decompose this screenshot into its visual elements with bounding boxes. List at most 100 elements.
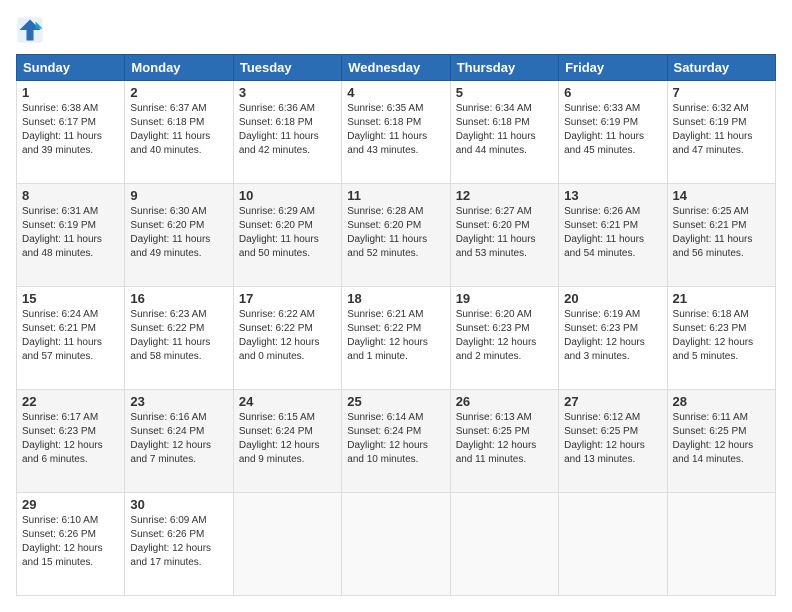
day-info: Sunrise: 6:14 AM Sunset: 6:24 PM Dayligh… bbox=[347, 411, 444, 467]
sunset-label: Sunset: 6:22 PM bbox=[347, 323, 421, 334]
day-info: Sunrise: 6:30 AM Sunset: 6:20 PM Dayligh… bbox=[130, 205, 227, 261]
sunset-label: Sunset: 6:21 PM bbox=[673, 220, 747, 231]
daylight-label: Daylight: 11 hours and 53 minutes. bbox=[456, 234, 536, 259]
day-info: Sunrise: 6:25 AM Sunset: 6:21 PM Dayligh… bbox=[673, 205, 770, 261]
day-number: 22 bbox=[22, 394, 119, 409]
calendar-cell: 5 Sunrise: 6:34 AM Sunset: 6:18 PM Dayli… bbox=[450, 81, 558, 184]
daylight-label: Daylight: 11 hours and 54 minutes. bbox=[564, 234, 644, 259]
logo bbox=[16, 16, 48, 44]
sunset-label: Sunset: 6:22 PM bbox=[239, 323, 313, 334]
calendar-cell: 1 Sunrise: 6:38 AM Sunset: 6:17 PM Dayli… bbox=[17, 81, 125, 184]
daylight-label: Daylight: 12 hours and 6 minutes. bbox=[22, 440, 103, 465]
sunrise-label: Sunrise: 6:25 AM bbox=[673, 206, 749, 217]
sunrise-label: Sunrise: 6:37 AM bbox=[130, 103, 206, 114]
sunrise-label: Sunrise: 6:17 AM bbox=[22, 412, 98, 423]
calendar-cell: 7 Sunrise: 6:32 AM Sunset: 6:19 PM Dayli… bbox=[667, 81, 775, 184]
daylight-label: Daylight: 12 hours and 3 minutes. bbox=[564, 337, 645, 362]
day-info: Sunrise: 6:15 AM Sunset: 6:24 PM Dayligh… bbox=[239, 411, 336, 467]
sunset-label: Sunset: 6:25 PM bbox=[564, 426, 638, 437]
daylight-label: Daylight: 12 hours and 14 minutes. bbox=[673, 440, 754, 465]
sunrise-label: Sunrise: 6:32 AM bbox=[673, 103, 749, 114]
day-number: 1 bbox=[22, 85, 119, 100]
sunrise-label: Sunrise: 6:20 AM bbox=[456, 309, 532, 320]
day-number: 10 bbox=[239, 188, 336, 203]
calendar-cell: 19 Sunrise: 6:20 AM Sunset: 6:23 PM Dayl… bbox=[450, 287, 558, 390]
daylight-label: Daylight: 12 hours and 10 minutes. bbox=[347, 440, 428, 465]
sunrise-label: Sunrise: 6:11 AM bbox=[673, 412, 748, 423]
calendar-header-tuesday: Tuesday bbox=[233, 55, 341, 81]
sunrise-label: Sunrise: 6:22 AM bbox=[239, 309, 315, 320]
header bbox=[16, 16, 776, 44]
calendar-week-row: 8 Sunrise: 6:31 AM Sunset: 6:19 PM Dayli… bbox=[17, 184, 776, 287]
calendar-week-row: 22 Sunrise: 6:17 AM Sunset: 6:23 PM Dayl… bbox=[17, 390, 776, 493]
sunrise-label: Sunrise: 6:24 AM bbox=[22, 309, 98, 320]
calendar-cell: 21 Sunrise: 6:18 AM Sunset: 6:23 PM Dayl… bbox=[667, 287, 775, 390]
day-info: Sunrise: 6:09 AM Sunset: 6:26 PM Dayligh… bbox=[130, 514, 227, 570]
calendar-cell: 18 Sunrise: 6:21 AM Sunset: 6:22 PM Dayl… bbox=[342, 287, 450, 390]
sunrise-label: Sunrise: 6:27 AM bbox=[456, 206, 532, 217]
day-number: 18 bbox=[347, 291, 444, 306]
day-number: 20 bbox=[564, 291, 661, 306]
sunset-label: Sunset: 6:24 PM bbox=[347, 426, 421, 437]
day-info: Sunrise: 6:34 AM Sunset: 6:18 PM Dayligh… bbox=[456, 102, 553, 158]
sunset-label: Sunset: 6:25 PM bbox=[456, 426, 530, 437]
day-info: Sunrise: 6:32 AM Sunset: 6:19 PM Dayligh… bbox=[673, 102, 770, 158]
calendar-header-row: SundayMondayTuesdayWednesdayThursdayFrid… bbox=[17, 55, 776, 81]
day-number: 23 bbox=[130, 394, 227, 409]
sunrise-label: Sunrise: 6:33 AM bbox=[564, 103, 640, 114]
sunset-label: Sunset: 6:19 PM bbox=[564, 117, 638, 128]
day-number: 8 bbox=[22, 188, 119, 203]
calendar-cell: 28 Sunrise: 6:11 AM Sunset: 6:25 PM Dayl… bbox=[667, 390, 775, 493]
sunset-label: Sunset: 6:23 PM bbox=[22, 426, 96, 437]
day-info: Sunrise: 6:28 AM Sunset: 6:20 PM Dayligh… bbox=[347, 205, 444, 261]
sunrise-label: Sunrise: 6:19 AM bbox=[564, 309, 640, 320]
page: SundayMondayTuesdayWednesdayThursdayFrid… bbox=[0, 0, 792, 612]
day-info: Sunrise: 6:38 AM Sunset: 6:17 PM Dayligh… bbox=[22, 102, 119, 158]
daylight-label: Daylight: 11 hours and 56 minutes. bbox=[673, 234, 753, 259]
sunset-label: Sunset: 6:19 PM bbox=[22, 220, 96, 231]
daylight-label: Daylight: 11 hours and 44 minutes. bbox=[456, 131, 536, 156]
sunset-label: Sunset: 6:21 PM bbox=[564, 220, 638, 231]
day-number: 30 bbox=[130, 497, 227, 512]
daylight-label: Daylight: 11 hours and 39 minutes. bbox=[22, 131, 102, 156]
day-info: Sunrise: 6:17 AM Sunset: 6:23 PM Dayligh… bbox=[22, 411, 119, 467]
day-number: 25 bbox=[347, 394, 444, 409]
day-number: 26 bbox=[456, 394, 553, 409]
day-info: Sunrise: 6:23 AM Sunset: 6:22 PM Dayligh… bbox=[130, 308, 227, 364]
sunrise-label: Sunrise: 6:14 AM bbox=[347, 412, 423, 423]
sunrise-label: Sunrise: 6:34 AM bbox=[456, 103, 532, 114]
daylight-label: Daylight: 12 hours and 15 minutes. bbox=[22, 543, 103, 568]
day-number: 6 bbox=[564, 85, 661, 100]
calendar-cell bbox=[233, 493, 341, 596]
calendar-header-monday: Monday bbox=[125, 55, 233, 81]
calendar-cell: 10 Sunrise: 6:29 AM Sunset: 6:20 PM Dayl… bbox=[233, 184, 341, 287]
calendar-cell: 22 Sunrise: 6:17 AM Sunset: 6:23 PM Dayl… bbox=[17, 390, 125, 493]
sunrise-label: Sunrise: 6:26 AM bbox=[564, 206, 640, 217]
calendar-cell: 11 Sunrise: 6:28 AM Sunset: 6:20 PM Dayl… bbox=[342, 184, 450, 287]
sunrise-label: Sunrise: 6:15 AM bbox=[239, 412, 315, 423]
calendar-table: SundayMondayTuesdayWednesdayThursdayFrid… bbox=[16, 54, 776, 596]
daylight-label: Daylight: 12 hours and 1 minute. bbox=[347, 337, 428, 362]
calendar-cell: 4 Sunrise: 6:35 AM Sunset: 6:18 PM Dayli… bbox=[342, 81, 450, 184]
calendar-cell: 15 Sunrise: 6:24 AM Sunset: 6:21 PM Dayl… bbox=[17, 287, 125, 390]
calendar-cell: 3 Sunrise: 6:36 AM Sunset: 6:18 PM Dayli… bbox=[233, 81, 341, 184]
sunset-label: Sunset: 6:26 PM bbox=[130, 529, 204, 540]
sunset-label: Sunset: 6:22 PM bbox=[130, 323, 204, 334]
day-number: 15 bbox=[22, 291, 119, 306]
sunset-label: Sunset: 6:24 PM bbox=[239, 426, 313, 437]
day-number: 3 bbox=[239, 85, 336, 100]
sunset-label: Sunset: 6:18 PM bbox=[456, 117, 530, 128]
calendar-cell: 8 Sunrise: 6:31 AM Sunset: 6:19 PM Dayli… bbox=[17, 184, 125, 287]
sunset-label: Sunset: 6:20 PM bbox=[347, 220, 421, 231]
sunset-label: Sunset: 6:26 PM bbox=[22, 529, 96, 540]
calendar-week-row: 29 Sunrise: 6:10 AM Sunset: 6:26 PM Dayl… bbox=[17, 493, 776, 596]
day-info: Sunrise: 6:16 AM Sunset: 6:24 PM Dayligh… bbox=[130, 411, 227, 467]
logo-icon bbox=[16, 16, 44, 44]
calendar-cell: 26 Sunrise: 6:13 AM Sunset: 6:25 PM Dayl… bbox=[450, 390, 558, 493]
calendar-header-friday: Friday bbox=[559, 55, 667, 81]
day-number: 24 bbox=[239, 394, 336, 409]
calendar-cell: 17 Sunrise: 6:22 AM Sunset: 6:22 PM Dayl… bbox=[233, 287, 341, 390]
sunrise-label: Sunrise: 6:16 AM bbox=[130, 412, 206, 423]
calendar-cell bbox=[342, 493, 450, 596]
sunset-label: Sunset: 6:20 PM bbox=[239, 220, 313, 231]
